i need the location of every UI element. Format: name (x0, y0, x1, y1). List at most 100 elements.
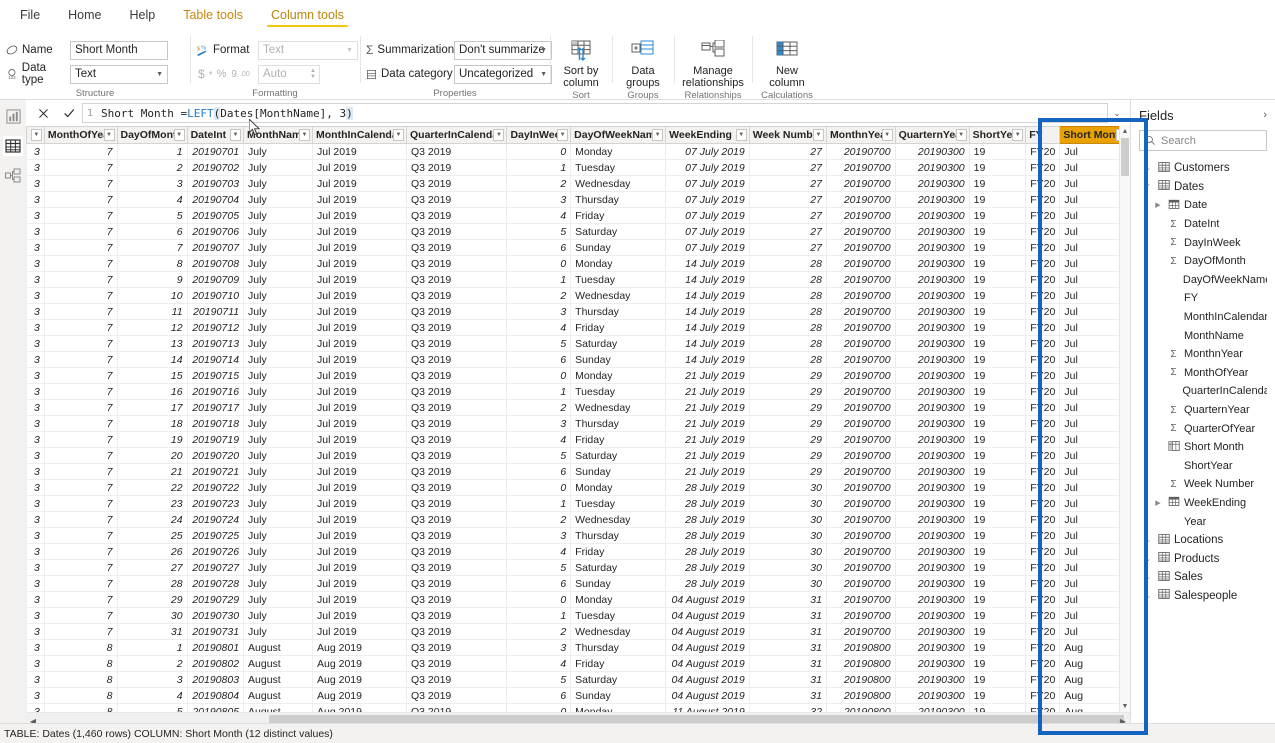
cell-monthincalendar[interactable]: Jul 2019 (312, 351, 407, 368)
column-header-quarternyear[interactable]: QuarternYear ▼ (894, 126, 970, 144)
cell-dayofmonth[interactable]: 18 (116, 415, 188, 432)
cell-monthincalendar[interactable]: Jul 2019 (312, 287, 407, 304)
grid-vertical-scrollbar[interactable]: ▲ ▼ (1119, 126, 1130, 712)
cell-quarternyear[interactable]: 20190300 (894, 255, 970, 272)
cell-shortyear[interactable]: 19 (968, 575, 1027, 592)
cell-weeknumber[interactable]: 27 (748, 191, 827, 208)
cell-monthname[interactable]: July (243, 623, 314, 640)
table-row[interactable]: 3 7 3 20190703 July Jul 2019 Q3 2019 2 Wednesday… (26, 175, 1130, 192)
cell-dateint[interactable]: 20190726 (186, 543, 245, 560)
field-item-year[interactable]: Year (1139, 512, 1267, 531)
cell-quarterincalendar[interactable]: Q3 2019 (405, 399, 508, 416)
cell-quarternyear[interactable]: 20190300 (894, 527, 970, 544)
cell-quarterincalendar[interactable]: Q3 2019 (405, 207, 508, 224)
table-row[interactable]: 3 7 6 20190706 July Jul 2019 Q3 2019 5 Saturday 0… (26, 223, 1130, 240)
cell-shortyear[interactable]: 19 (968, 239, 1027, 256)
field-item-customers[interactable]: ⌄ Customers (1139, 159, 1267, 178)
cell-quarterincalendar[interactable]: Q3 2019 (405, 335, 508, 352)
cell-dayofweekname[interactable]: Wednesday (570, 399, 667, 416)
cell-quarterincalendar[interactable]: Q3 2019 (405, 671, 508, 688)
field-item-dayinweek[interactable]: Σ DayInWeek (1139, 233, 1267, 252)
cell-monthofyear[interactable]: 7 (43, 383, 118, 400)
cell-monthincalendar[interactable]: Jul 2019 (312, 207, 407, 224)
cell-monthname[interactable]: July (243, 191, 314, 208)
cell-quarternyear[interactable]: 20190300 (894, 159, 970, 176)
cell-monthincalendar[interactable]: Jul 2019 (312, 255, 407, 272)
cell-dayinweek[interactable]: 5 (506, 447, 572, 464)
cell-fy[interactable]: FY20 (1025, 287, 1061, 304)
cell-shortyear[interactable]: 19 (968, 639, 1027, 656)
cell-quarterincalendar[interactable]: Q3 2019 (405, 463, 508, 480)
cell-monthnyear[interactable]: 20190700 (825, 591, 896, 608)
cell-leading[interactable]: 3 (26, 655, 45, 672)
cell-monthnyear[interactable]: 20190700 (825, 495, 896, 512)
cell-fy[interactable]: FY20 (1025, 479, 1061, 496)
cell-monthnyear[interactable]: 20190700 (825, 143, 896, 160)
cell-quarternyear[interactable]: 20190300 (894, 431, 970, 448)
table-row[interactable]: 3 8 1 20190801 August Aug 2019 Q3 2019 3 Thursda… (26, 639, 1130, 656)
cell-dateint[interactable]: 20190711 (186, 303, 245, 320)
cell-dayofmonth[interactable]: 26 (116, 543, 188, 560)
cell-monthofyear[interactable]: 8 (43, 671, 118, 688)
cell-quarternyear[interactable]: 20190300 (894, 447, 970, 464)
field-item-quarterincalendar[interactable]: QuarterInCalendar (1139, 382, 1267, 401)
column-header-fy[interactable]: FY (1025, 126, 1061, 144)
cell-fy[interactable]: FY20 (1025, 559, 1061, 576)
cell-monthincalendar[interactable]: Jul 2019 (312, 495, 407, 512)
cell-dateint[interactable]: 20190718 (186, 415, 245, 432)
cell-monthnyear[interactable]: 20190700 (825, 159, 896, 176)
cell-monthname[interactable]: August (243, 703, 314, 712)
cell-leading[interactable]: 3 (26, 383, 45, 400)
cell-fy[interactable]: FY20 (1025, 591, 1061, 608)
cell-dayofmonth[interactable]: 16 (116, 383, 188, 400)
cell-monthofyear[interactable]: 7 (43, 479, 118, 496)
cell-dayofweekname[interactable]: Monday (570, 703, 667, 712)
cell-dayinweek[interactable]: 5 (506, 223, 572, 240)
table-row[interactable]: 3 7 11 20190711 July Jul 2019 Q3 2019 3 Thursday… (26, 303, 1130, 320)
cell-monthname[interactable]: July (243, 543, 314, 560)
cell-dayofweekname[interactable]: Sunday (570, 463, 667, 480)
cell-monthincalendar[interactable]: Jul 2019 (312, 239, 407, 256)
cell-leading[interactable]: 3 (26, 543, 45, 560)
scroll-down-icon[interactable]: ▼ (1120, 701, 1130, 712)
cell-monthincalendar[interactable]: Jul 2019 (312, 479, 407, 496)
cell-monthofyear[interactable]: 7 (43, 255, 118, 272)
cell-weekending[interactable]: 21 July 2019 (665, 431, 750, 448)
cell-quarterincalendar[interactable]: Q3 2019 (405, 431, 508, 448)
cell-dayofmonth[interactable]: 23 (116, 495, 188, 512)
cell-leading[interactable]: 3 (26, 511, 45, 528)
cell-weekending[interactable]: 11 August 2019 (665, 703, 750, 712)
cell-dayofmonth[interactable]: 4 (116, 687, 188, 704)
cell-monthname[interactable]: July (243, 399, 314, 416)
cell-dayinweek[interactable]: 5 (506, 335, 572, 352)
cell-dayofmonth[interactable]: 1 (116, 143, 188, 160)
chevron-right-icon[interactable]: ▶ (1153, 499, 1163, 507)
cell-quarterincalendar[interactable]: Q3 2019 (405, 367, 508, 384)
table-row[interactable]: 3 8 5 20190805 August Aug 2019 Q3 2019 0 Monday 1… (26, 703, 1130, 712)
cell-dayinweek[interactable]: 2 (506, 623, 572, 640)
cell-weeknumber[interactable]: 29 (748, 463, 827, 480)
cell-monthname[interactable]: July (243, 319, 314, 336)
field-item-week-number[interactable]: Σ Week Number (1139, 475, 1267, 494)
cell-leading[interactable]: 3 (26, 143, 45, 160)
cell-monthname[interactable]: July (243, 495, 314, 512)
cell-monthofyear[interactable]: 7 (43, 159, 118, 176)
field-item-salespeople[interactable]: ⌄ Salespeople (1139, 587, 1267, 606)
cell-monthnyear[interactable]: 20190700 (825, 447, 896, 464)
cell-dateint[interactable]: 20190725 (186, 527, 245, 544)
cell-quarterincalendar[interactable]: Q3 2019 (405, 239, 508, 256)
cell-monthofyear[interactable]: 7 (43, 319, 118, 336)
table-row[interactable]: 3 7 26 20190726 July Jul 2019 Q3 2019 4 Friday 28… (26, 543, 1130, 560)
cell-dateint[interactable]: 20190716 (186, 383, 245, 400)
table-row[interactable]: 3 7 4 20190704 July Jul 2019 Q3 2019 3 Thursday 0… (26, 191, 1130, 208)
cell-quarterincalendar[interactable]: Q3 2019 (405, 543, 508, 560)
cell-dayofweekname[interactable]: Wednesday (570, 287, 667, 304)
cell-weekending[interactable]: 21 July 2019 (665, 463, 750, 480)
table-row[interactable]: 3 7 8 20190708 July Jul 2019 Q3 2019 0 Monday 14 … (26, 255, 1130, 272)
field-item-monthnyear[interactable]: Σ MonthnYear (1139, 345, 1267, 364)
cell-weeknumber[interactable]: 27 (748, 239, 827, 256)
cell-quarternyear[interactable]: 20190300 (894, 415, 970, 432)
cell-weekending[interactable]: 28 July 2019 (665, 575, 750, 592)
cell-shortyear[interactable]: 19 (968, 703, 1027, 712)
cell-quarterincalendar[interactable]: Q3 2019 (405, 159, 508, 176)
